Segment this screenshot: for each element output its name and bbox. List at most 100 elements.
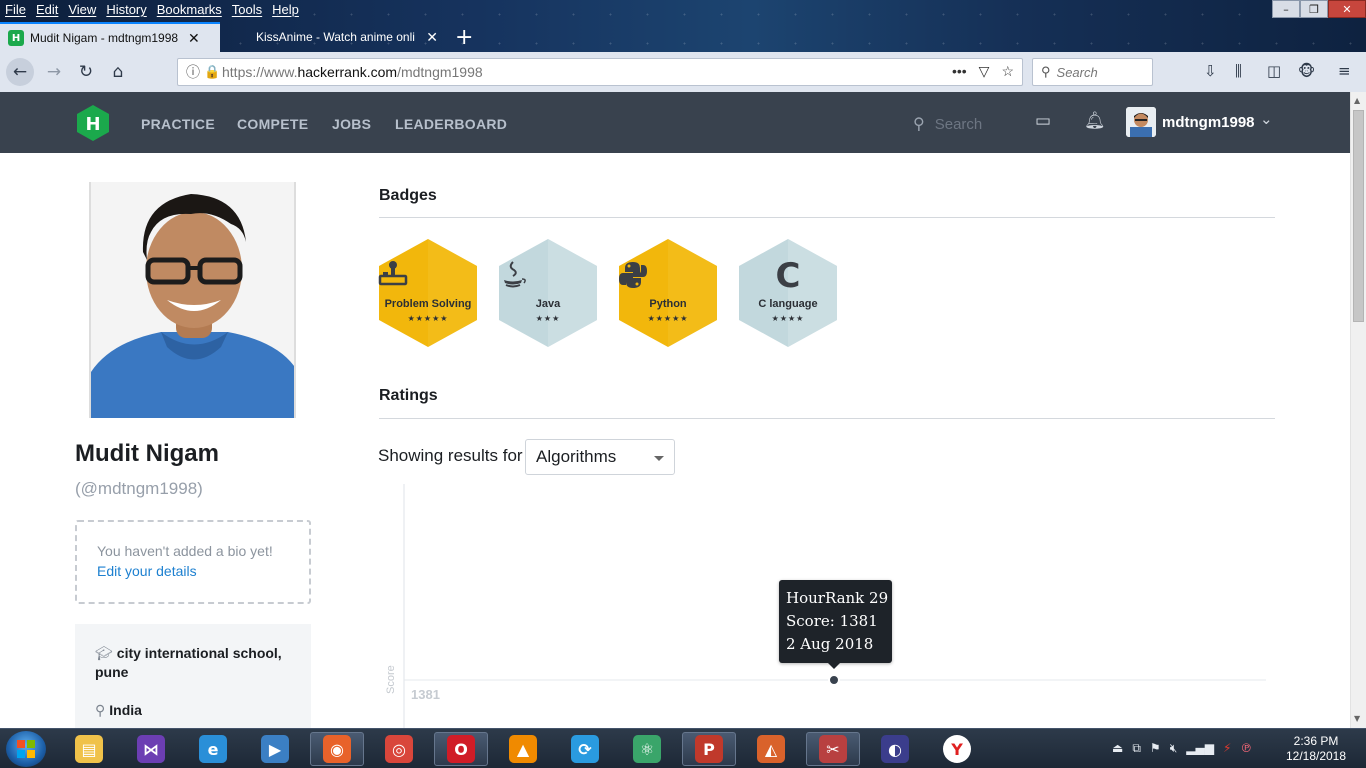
avatar[interactable] bbox=[1126, 107, 1156, 137]
menu-bar: File Edit View History Bookmarks Tools H… bbox=[0, 0, 304, 20]
library-icon[interactable]: ⫼ bbox=[1235, 62, 1242, 80]
atom-icon[interactable]: ⚛ bbox=[620, 732, 674, 766]
minimize-button[interactable]: – bbox=[1272, 0, 1300, 18]
windows-taskbar: ▤ ⋈ e ▶ ◉ ◎ O ▲ ⟳ ⚛ P ◭ ✂ ◐ Y ⏏ ⧉ ⚑ 🔇︎ ▂▄▆ ⚡ ℗ 2:36 PM… bbox=[0, 728, 1366, 768]
close-tab-icon[interactable]: ✕ bbox=[188, 30, 200, 47]
taskbar-clock[interactable]: 2:36 PM 12/18/2018 bbox=[1282, 734, 1350, 764]
internet-explorer-icon[interactable]: e bbox=[186, 732, 240, 766]
visual-studio-icon[interactable]: ⋈ bbox=[124, 732, 178, 766]
forward-arrow-icon[interactable]: → bbox=[42, 60, 66, 84]
search-icon: ⚲ bbox=[1041, 64, 1051, 79]
badge-name: Python bbox=[649, 298, 687, 310]
url-bar[interactable]: ⓘ 🔒 https://www. hackerrank.com/mdtngm199… bbox=[177, 58, 1023, 86]
snipping-tool-icon[interactable]: ✂ bbox=[806, 732, 860, 766]
antivirus-icon[interactable]: ⚡ bbox=[1223, 741, 1231, 756]
padlock-icon[interactable]: 🔒 bbox=[204, 64, 222, 80]
menu-help[interactable]: Help bbox=[267, 0, 304, 20]
yandex-icon[interactable]: Y bbox=[930, 732, 984, 766]
scroll-down-icon[interactable]: ▼ bbox=[1354, 714, 1360, 723]
showing-results-label: Showing results for bbox=[378, 446, 523, 465]
psiphon-icon[interactable]: P bbox=[682, 732, 736, 766]
action-center-flag-icon[interactable]: ⚑ bbox=[1150, 741, 1161, 756]
eclipse-icon[interactable]: ◐ bbox=[868, 732, 922, 766]
divider bbox=[379, 418, 1275, 419]
data-point[interactable] bbox=[828, 674, 840, 686]
bookmark-star-icon[interactable]: ☆ bbox=[1001, 63, 1014, 80]
extension-monkey-icon[interactable]: 🐵 bbox=[1298, 62, 1315, 80]
info-icon[interactable]: ⓘ bbox=[186, 62, 204, 82]
chrome-icon[interactable]: ◎ bbox=[372, 732, 426, 766]
badge-python[interactable]: Python ★★★★★ bbox=[618, 238, 718, 348]
network-share-icon[interactable]: ⧉ bbox=[1132, 741, 1141, 756]
graduation-cap-icon: 🎓︎ bbox=[95, 645, 113, 661]
vlc-icon[interactable]: ▲ bbox=[496, 732, 550, 766]
vertical-scrollbar[interactable]: ▲ ▼ bbox=[1350, 92, 1366, 728]
nav-practice[interactable]: PRACTICE bbox=[141, 116, 215, 132]
badge-c-language[interactable]: C C language ★★★★ bbox=[738, 238, 838, 348]
menu-tools[interactable]: Tools bbox=[227, 0, 267, 20]
y-tick-label: 1381 bbox=[411, 687, 440, 702]
messages-icon[interactable]: ▭ bbox=[1035, 111, 1051, 131]
track-select[interactable]: Algorithms bbox=[525, 439, 675, 475]
tab-strip: H Mudit Nigam - mdtngm1998 | H ✕ KissAni… bbox=[0, 22, 1366, 52]
chevron-down-icon[interactable]: ⌄ bbox=[1260, 110, 1273, 128]
volume-muted-icon[interactable]: 🔇︎ bbox=[1170, 741, 1178, 756]
hackerrank-logo-icon[interactable]: H bbox=[74, 104, 112, 142]
tab-title: KissAnime - Watch anime onli bbox=[256, 30, 415, 44]
badge-problem-solving[interactable]: Problem Solving ★★★★★ bbox=[378, 238, 478, 348]
firefox-icon[interactable]: ◉ bbox=[310, 732, 364, 766]
close-tab-icon[interactable]: ✕ bbox=[426, 29, 438, 46]
nav-leaderboard[interactable]: LEADERBOARD bbox=[395, 116, 507, 132]
new-tab-icon[interactable]: + bbox=[455, 25, 473, 50]
home-icon[interactable]: ⌂ bbox=[106, 60, 130, 84]
menu-history[interactable]: History bbox=[101, 0, 151, 20]
nav-compete[interactable]: COMPETE bbox=[237, 116, 308, 132]
hamburger-menu-icon[interactable]: ≡ bbox=[1338, 62, 1351, 80]
sync-icon[interactable]: ⟳ bbox=[558, 732, 612, 766]
menu-edit[interactable]: Edit bbox=[31, 0, 63, 20]
downloads-icon[interactable]: ⇩ bbox=[1204, 62, 1217, 80]
tooltip-score: Score: 1381 bbox=[786, 612, 878, 630]
hackerrank-navbar: H PRACTICE COMPETE JOBS LEADERBOARD ⚲ Se… bbox=[0, 92, 1350, 153]
url-path: /mdtngm1998 bbox=[397, 64, 483, 80]
badge-name: Problem Solving bbox=[384, 298, 472, 310]
menu-file[interactable]: File bbox=[0, 0, 31, 20]
scrollbar-thumb[interactable] bbox=[1353, 110, 1364, 322]
opera-icon[interactable]: O bbox=[434, 732, 488, 766]
menu-view[interactable]: View bbox=[63, 0, 101, 20]
username[interactable]: mdtngm1998 bbox=[1162, 114, 1255, 131]
country-name: India bbox=[109, 702, 142, 718]
tab-hackerrank[interactable]: H Mudit Nigam - mdtngm1998 | H ✕ bbox=[0, 22, 220, 52]
matlab-icon[interactable]: ◭ bbox=[744, 732, 798, 766]
nav-jobs[interactable]: JOBS bbox=[332, 116, 371, 132]
network-signal-icon[interactable]: ▂▄▆ bbox=[1186, 741, 1214, 756]
close-window-button[interactable]: ✕ bbox=[1328, 0, 1366, 18]
pocket-icon[interactable]: ▽ bbox=[979, 63, 990, 80]
menu-bookmarks[interactable]: Bookmarks bbox=[152, 0, 227, 20]
reload-icon[interactable]: ↻ bbox=[74, 60, 98, 84]
bio-empty-text: You haven't added a bio yet! bbox=[97, 543, 273, 559]
edit-details-link[interactable]: Edit your details bbox=[97, 563, 309, 579]
web-search-box[interactable]: ⚲ Search bbox=[1032, 58, 1153, 86]
track-select-value: Algorithms bbox=[536, 447, 617, 466]
site-search[interactable]: ⚲ Search bbox=[913, 114, 982, 134]
notifications-bell-icon[interactable]: 🔔︎ bbox=[1084, 111, 1106, 131]
back-arrow-icon[interactable]: ← bbox=[6, 58, 34, 86]
sidebar-icon[interactable]: ◫ bbox=[1267, 62, 1281, 80]
media-player-icon[interactable]: ▶ bbox=[248, 732, 302, 766]
badges-title: Badges bbox=[379, 187, 437, 204]
file-explorer-icon[interactable]: ▤ bbox=[62, 732, 116, 766]
badge-name: C language bbox=[758, 298, 818, 310]
usb-icon[interactable]: ⏏ bbox=[1112, 741, 1123, 756]
page-actions-icon[interactable]: ••• bbox=[952, 63, 967, 80]
map-pin-icon: ⚲ bbox=[95, 702, 106, 718]
badge-stars: ★★★★ bbox=[771, 314, 805, 323]
restore-button[interactable]: ❐ bbox=[1300, 0, 1328, 18]
windows-start-icon[interactable] bbox=[6, 731, 46, 767]
psiphon-tray-icon[interactable]: ℗ bbox=[1240, 741, 1252, 756]
clock-time: 2:36 PM bbox=[1293, 734, 1339, 748]
badge-java[interactable]: Java ★★★ bbox=[498, 238, 598, 348]
scroll-up-icon[interactable]: ▲ bbox=[1354, 96, 1360, 105]
site-search-placeholder: Search bbox=[934, 115, 983, 133]
tab-kissanime[interactable]: KissAnime - Watch anime onli ✕ bbox=[224, 22, 446, 52]
